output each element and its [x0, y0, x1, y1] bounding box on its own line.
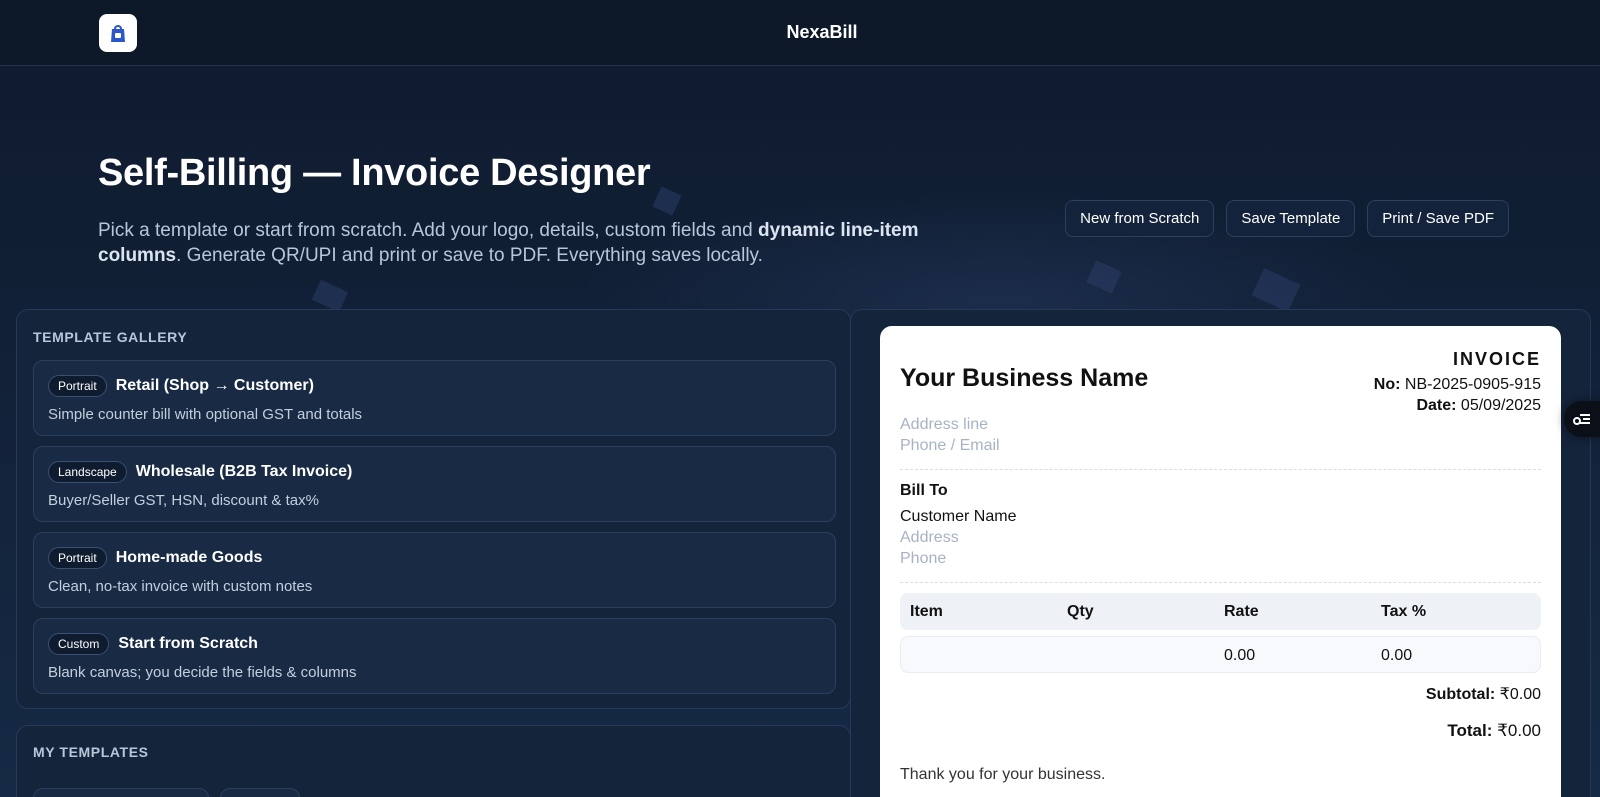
subtotal-value: ₹0.00 [1499, 686, 1541, 703]
template-description: Buyer/Seller GST, HSN, discount & tax% [48, 492, 319, 509]
invoice-number: No: NB-2025-0905-915 [1374, 376, 1541, 394]
template-name: Home-made Goods [115, 549, 263, 566]
column-header-qty: Qty [1067, 603, 1094, 620]
customer-phone[interactable]: Phone [900, 550, 946, 568]
save-template-button[interactable]: Save Template [1226, 200, 1356, 237]
invoice-date-label: Date: [1416, 397, 1457, 414]
template-description: Clean, no-tax invoice with custom notes [48, 578, 313, 595]
template-name: Start from Scratch [118, 635, 258, 652]
orientation-badge: Landscape [48, 461, 127, 483]
cell-rate[interactable]: 0.00 [1224, 647, 1255, 665]
invoice-label: INVOICE [1452, 349, 1541, 369]
template-name: Retail (Shop → Customer) [115, 377, 314, 394]
template-card-home-made[interactable]: Portrait Home-made Goods Clean, no-tax i… [33, 532, 836, 608]
subtotal-label: Subtotal: [1425, 686, 1496, 703]
invoice-number-value[interactable]: NB-2025-0905-915 [1405, 376, 1541, 393]
total-value: ₹0.00 [1497, 721, 1541, 740]
customer-name[interactable]: Customer Name [900, 508, 1016, 526]
customer-address[interactable]: Address [900, 529, 959, 547]
cell-tax[interactable]: 0.00 [1381, 647, 1412, 665]
invoice-number-label: No: [1373, 376, 1401, 393]
table-row[interactable]: 0.00 0.00 [900, 636, 1541, 673]
invoice-date-value[interactable]: 05/09/2025 [1461, 397, 1541, 414]
business-contact[interactable]: Phone / Email [900, 437, 1000, 455]
top-bar: NexaBill [0, 0, 1600, 66]
page-title: Self-Billing — Invoice Designer [98, 152, 651, 194]
orientation-badge: Portrait [48, 547, 107, 569]
template-card-retail[interactable]: Portrait Retail (Shop → Customer) Simple… [33, 360, 836, 436]
template-description: Simple counter bill with optional GST an… [48, 406, 363, 423]
orientation-badge: Custom [48, 633, 110, 655]
floating-settings-button[interactable] [1564, 401, 1600, 437]
business-name[interactable]: Your Business Name [900, 364, 1148, 393]
page-subtitle: Pick a template or start from scratch. A… [98, 218, 938, 268]
business-address[interactable]: Address line [900, 416, 988, 434]
subtitle-text-end: . Generate QR/UPI and print or save to P… [176, 245, 763, 266]
bill-to-label: Bill To [900, 482, 948, 499]
brand-name: NexaBill [786, 22, 858, 42]
column-header-item: Item [910, 603, 943, 620]
template-card-scratch[interactable]: Custom Start from Scratch Blank canvas; … [33, 618, 836, 694]
saved-template-item[interactable] [33, 788, 209, 797]
section-divider [900, 469, 1541, 470]
template-gallery-title: TEMPLATE GALLERY [33, 329, 188, 345]
footer-note[interactable]: Thank you for your business. [900, 766, 1105, 784]
invoice-preview: Your Business Name INVOICE No: NB-2025-0… [880, 326, 1561, 797]
template-name: Wholesale (B2B Tax Invoice) [135, 463, 353, 480]
action-bar: New from Scratch Save Template Print / S… [1065, 200, 1509, 237]
column-header-rate: Rate [1224, 603, 1259, 620]
section-divider [900, 582, 1541, 583]
subtotal: Subtotal: ₹0.00 [1426, 684, 1541, 704]
template-gallery-panel: TEMPLATE GALLERY Portrait Retail (Shop →… [16, 309, 851, 709]
line-items-header: Item Qty Rate Tax % [900, 593, 1541, 630]
total: Total: ₹0.00 [1447, 721, 1541, 741]
new-from-scratch-button[interactable]: New from Scratch [1065, 200, 1215, 237]
invoice-date: Date: 05/09/2025 [1416, 397, 1541, 415]
my-templates-panel: MY TEMPLATES [16, 725, 851, 797]
template-card-wholesale[interactable]: Landscape Wholesale (B2B Tax Invoice) Bu… [33, 446, 836, 522]
template-description: Blank canvas; you decide the fields & co… [48, 664, 357, 681]
settings-sliders-icon [1573, 414, 1590, 425]
total-label: Total: [1447, 721, 1493, 740]
my-templates-title: MY TEMPLATES [33, 744, 149, 760]
saved-template-item[interactable] [220, 788, 300, 797]
subtitle-text: Pick a template or start from scratch. A… [98, 220, 759, 241]
print-save-pdf-button[interactable]: Print / Save PDF [1367, 200, 1509, 237]
column-header-tax: Tax % [1381, 603, 1427, 620]
orientation-badge: Portrait [48, 375, 107, 397]
